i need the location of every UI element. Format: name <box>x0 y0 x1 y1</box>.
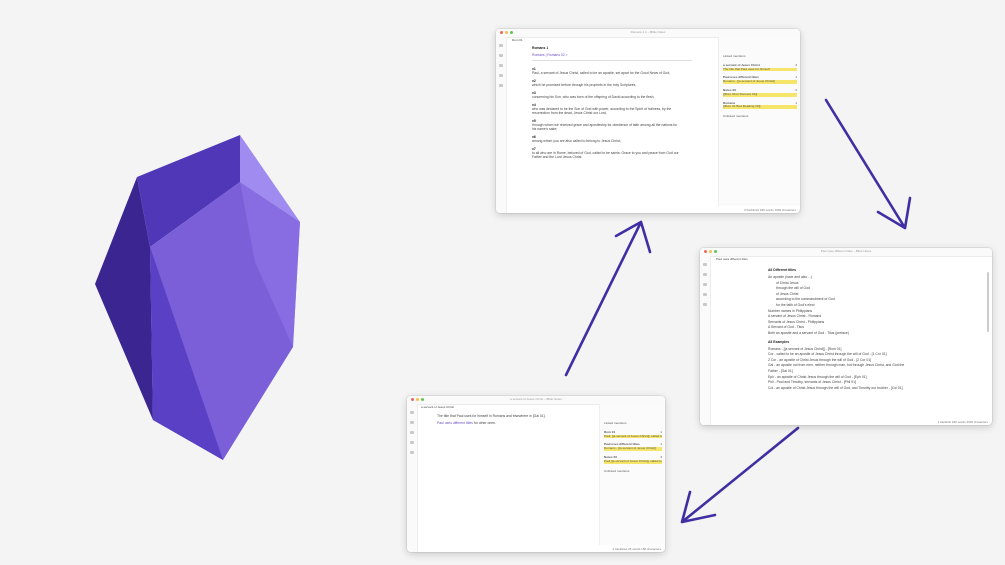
backlink-item[interactable]: 3 Notes 03 Paul [[a servant of Jesus Chris… <box>604 456 662 464</box>
note-line-2: Paul uses different titles for other one… <box>437 421 599 425</box>
backlink-item[interactable]: 1 Paul uses different titles Romans - [[a … <box>723 76 797 84</box>
backlink-count: 1 <box>795 76 797 80</box>
ribbon <box>407 404 418 552</box>
backlink-item[interactable]: 1 Paul uses different titles Romans - [[a … <box>604 443 662 451</box>
verse-text: Father and the Lord Jesus Christ. <box>532 155 583 159</box>
window-romans-1: Romans 1.1 – Bible Notes Rom 01 Romans 1… <box>496 29 800 213</box>
status-bar: 1 backlink 340 words 2000 characters <box>937 420 988 424</box>
editor[interactable]: Romans 1 Romans | Romans 02 > v1 Paul, a … <box>532 37 720 206</box>
status-bar: 0 backlinks 180 words 1000 characters <box>744 208 796 212</box>
unlinked-mentions[interactable]: Unlinked mentions <box>723 115 797 119</box>
arrow-to-window1 <box>564 220 652 377</box>
backlink-snippet: The title that Paul uses for himself <box>723 67 797 72</box>
tag-icon[interactable] <box>703 303 707 306</box>
backlink-snippet: Romans - [[a servant of Jesus Christ]] <box>723 80 797 84</box>
example-item: Col - an apostle of Christ Jesus through… <box>768 385 903 390</box>
backlinks-title: Linked mentions <box>604 422 627 425</box>
file-icon[interactable] <box>703 263 707 266</box>
search-icon[interactable] <box>703 273 707 276</box>
graph-icon[interactable] <box>410 431 414 434</box>
backlink-snippet: [[Rom 01v1 Romans 01]] <box>723 92 797 97</box>
backlink-item[interactable]: 1 Rom 01 Paul, [[a servant of Jesus Christ… <box>604 431 662 439</box>
scrollbar[interactable] <box>987 272 989 332</box>
backlink-item[interactable]: 1 Romans [[Rom 01 Bed Reading 10]] <box>723 102 797 110</box>
backlink-snippet: Paul [[a servant of Jesus Christ]], call… <box>604 459 662 464</box>
editor[interactable]: All Different titles An apostle (have an… <box>768 256 982 418</box>
window-title: a servant of Jesus Christ – Bible Notes <box>510 397 562 401</box>
status-bar: 2 backlinks 25 words 150 characters <box>612 547 661 551</box>
star-icon[interactable] <box>703 293 707 296</box>
backlink-snippet: Paul, [[a servant of Jesus Christ]], cal… <box>604 434 662 439</box>
nav-link[interactable]: Romans | Romans 02 > <box>532 53 720 57</box>
graph-icon[interactable] <box>703 283 707 286</box>
star-icon[interactable] <box>410 441 414 444</box>
window-paul-titles: Paul uses different titles – Bible Notes… <box>700 248 992 425</box>
arrow-to-window3 <box>680 426 800 524</box>
file-icon[interactable] <box>410 411 414 414</box>
window-title: Romans 1.1 – Bible Notes <box>630 30 666 34</box>
backlink-count: 3 <box>795 88 797 92</box>
window-servant: a servant of Jesus Christ – Bible Notes … <box>407 396 665 552</box>
ribbon <box>496 37 507 213</box>
backlinks-panel: Linked mentions 3a servant of Jesus Chri… <box>718 37 800 206</box>
window-title: Paul uses different titles – Bible Notes <box>820 249 872 253</box>
backlink-snippet: [[Rom 01 Bed Reading 10]] <box>723 105 797 110</box>
note-line-2-rest: for other ones. <box>473 421 496 425</box>
backlink-count: 1 <box>660 443 662 447</box>
search-icon[interactable] <box>410 421 414 424</box>
backlink-snippet: Romans - [[a servant of Jesus Christ]] <box>604 447 662 451</box>
tab-rom-01[interactable]: Rom 01 <box>512 38 523 42</box>
link-paul-titles[interactable]: Paul uses different titles <box>437 421 473 425</box>
tag-icon[interactable] <box>410 451 414 454</box>
arrow-to-window2 <box>824 98 912 230</box>
graph-icon[interactable] <box>499 64 503 67</box>
backlink-count: 1 <box>795 101 797 105</box>
ribbon <box>700 256 711 425</box>
tab-paul-titles[interactable]: Paul uses different titles <box>716 257 748 261</box>
backlinks-title: Linked mentions <box>723 55 746 58</box>
file-icon[interactable] <box>499 44 503 47</box>
backlink-count: 3 <box>795 63 797 67</box>
backlink-item[interactable]: 3 Notes 03 [[Rom 01v1 Romans 01]] <box>723 89 797 97</box>
star-icon[interactable] <box>499 74 503 77</box>
search-icon[interactable] <box>499 54 503 57</box>
unlinked-mentions[interactable]: Unlinked mentions <box>604 470 662 474</box>
tag-icon[interactable] <box>499 84 503 87</box>
backlink-item[interactable]: 3a servant of Jesus Christ The title that… <box>723 64 797 72</box>
backlinks-panel: Linked mentions 1 Rom 01 Paul, [[a servant… <box>599 404 665 545</box>
editor[interactable]: The title that Paul uses for himself in … <box>437 404 599 545</box>
